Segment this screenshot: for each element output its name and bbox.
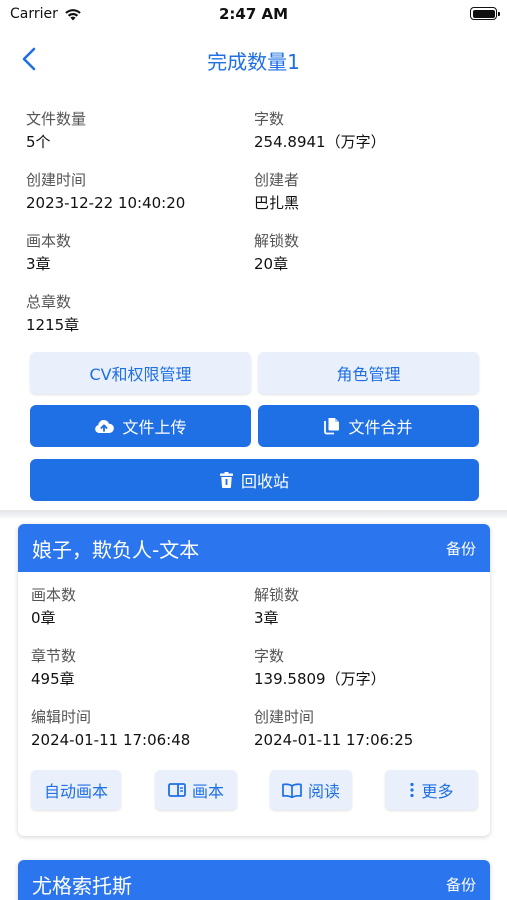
open-book-icon (282, 782, 302, 798)
info-label: 文件数量 (26, 110, 87, 128)
cv-permissions-button[interactable]: CV和权限管理 (30, 352, 251, 394)
file-merge-button[interactable]: 文件合并 (258, 405, 479, 447)
info-value: 1215章 (26, 316, 80, 334)
button-label: CV和权限管理 (89, 365, 192, 384)
navigation-bar: 完成数量1 (0, 36, 507, 84)
card-value: 2024-01-11 17:06:48 (31, 731, 191, 749)
card-title: 尤格索托斯 (32, 873, 132, 898)
info-value: 5个 (26, 133, 51, 151)
card-value: 139.5809（万字） (254, 670, 386, 688)
info-unlock-count: 解锁数 20章 (254, 230, 474, 276)
info-creator: 创建者 巴扎黑 (254, 169, 474, 215)
button-label: 角色管理 (336, 365, 401, 384)
info-label: 字数 (254, 110, 285, 128)
button-label: 画本 (191, 782, 224, 801)
card-field: 创建时间 2024-01-11 17:06:25 (254, 706, 474, 752)
status-bar: Carrier 2:47 AM (0, 0, 507, 28)
info-value: 巴扎黑 (254, 194, 300, 212)
card-label: 章节数 (31, 647, 77, 665)
card-label: 画本数 (31, 586, 77, 604)
card-field: 章节数 495章 (31, 645, 251, 691)
card-value: 495章 (31, 670, 75, 688)
card-label: 字数 (254, 647, 285, 665)
book-panel-icon (168, 783, 186, 797)
card-field: 解锁数 3章 (254, 584, 474, 630)
card-header: 娘子，欺负人-文本 备份 (18, 524, 490, 572)
card-title: 娘子，欺负人-文本 (32, 537, 200, 562)
file-upload-button[interactable]: 文件上传 (30, 405, 251, 447)
card-value: 2024-01-11 17:06:25 (254, 731, 414, 749)
battery-icon (470, 7, 500, 20)
auto-draw-button[interactable]: 自动画本 (31, 770, 121, 810)
read-button[interactable]: 阅读 (270, 770, 352, 810)
button-label: 更多 (421, 782, 454, 801)
status-time: 2:47 AM (218, 5, 289, 23)
info-label: 画本数 (26, 232, 72, 250)
card-field: 画本数 0章 (31, 584, 251, 630)
section-divider (0, 510, 507, 518)
card-value: 0章 (31, 609, 56, 627)
info-total-chapters: 总章数 1215章 (26, 291, 246, 337)
card-header: 尤格索托斯 备份 (18, 860, 490, 900)
info-label: 总章数 (26, 293, 72, 311)
copy-file-icon (324, 418, 340, 435)
card-field: 字数 139.5809（万字） (254, 645, 474, 691)
trash-icon (219, 472, 233, 488)
info-value: 20章 (254, 255, 289, 273)
page-title: 完成数量1 (207, 50, 300, 74)
backup-button[interactable]: 备份 (446, 538, 476, 559)
info-file-count: 文件数量 5个 (26, 108, 246, 154)
button-label: 文件上传 (122, 418, 187, 437)
card-value: 3章 (254, 609, 279, 627)
recycle-bin-button[interactable]: 回收站 (30, 459, 479, 501)
document-card[interactable]: 娘子，欺负人-文本 备份 画本数 0章 解锁数 3章 章节数 495章 字数 1… (18, 524, 490, 836)
cloud-upload-icon (95, 419, 115, 433)
button-label: 回收站 (240, 472, 289, 491)
card-label: 创建时间 (254, 708, 315, 726)
role-management-button[interactable]: 角色管理 (258, 352, 479, 394)
more-vertical-icon (410, 782, 415, 798)
button-label: 自动画本 (43, 782, 108, 801)
backup-button[interactable]: 备份 (446, 874, 476, 895)
draw-button[interactable]: 画本 (155, 770, 237, 810)
info-word-count: 字数 254.8941（万字） (254, 108, 474, 154)
more-button[interactable]: 更多 (385, 770, 478, 810)
button-label: 文件合并 (348, 418, 413, 437)
card-label: 编辑时间 (31, 708, 92, 726)
card-label: 解锁数 (254, 586, 300, 604)
info-label: 创建者 (254, 171, 300, 189)
info-value: 3章 (26, 255, 51, 273)
info-created-time: 创建时间 2023-12-22 10:40:20 (26, 169, 246, 215)
info-label: 创建时间 (26, 171, 87, 189)
info-value: 254.8941（万字） (254, 133, 386, 151)
info-label: 解锁数 (254, 232, 300, 250)
card-field: 编辑时间 2024-01-11 17:06:48 (31, 706, 251, 752)
button-label: 阅读 (307, 782, 340, 801)
document-card[interactable]: 尤格索托斯 备份 (18, 860, 490, 900)
info-drawing-count: 画本数 3章 (26, 230, 246, 276)
info-value: 2023-12-22 10:40:20 (26, 194, 186, 212)
